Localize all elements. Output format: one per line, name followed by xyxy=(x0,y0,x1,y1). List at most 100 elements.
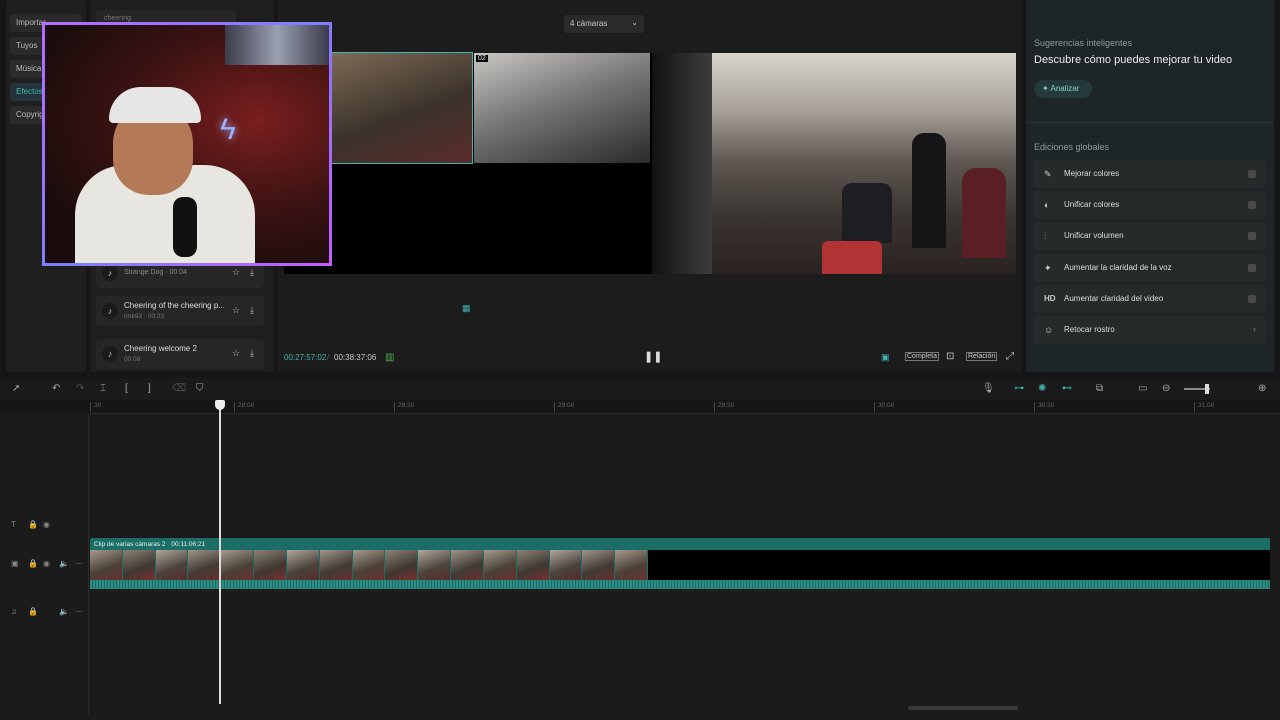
person-shape xyxy=(912,133,946,248)
streamer-webcam-overlay: ϟ xyxy=(42,22,332,266)
playhead-handle[interactable] xyxy=(215,400,225,410)
analyze-button[interactable]: ✦ Analizar xyxy=(1034,80,1092,98)
thumbnail xyxy=(418,550,452,580)
delete-icon[interactable]: ⌫ xyxy=(172,383,186,394)
lock-icon[interactable]: 🔒 xyxy=(28,559,38,568)
speaker-icon[interactable]: 🔈 xyxy=(59,607,69,616)
global-edits-header: Ediciones globales xyxy=(1034,142,1110,152)
thumbnail xyxy=(122,550,156,580)
total-time: 00:38:37:06 xyxy=(334,353,377,362)
pencil-icon: ✎ xyxy=(1044,169,1052,179)
timeline-toolbar: ➚ ↶ ↷ ⌶ [ ] ⌫ ⛉ 🎙 ⊶ ✺ ⊷ ⧉ ▭ ⊖ ⊕ xyxy=(0,378,1280,400)
thumbnail xyxy=(451,550,484,580)
camera-count-label: 4 cámaras xyxy=(570,19,608,28)
thumbnail xyxy=(549,550,583,580)
speaker-icon[interactable]: 🔈 xyxy=(59,559,69,568)
edit-row-unificar-volumen[interactable]: ⫶ Unificar volumen xyxy=(1034,222,1266,250)
clip-thumbnails xyxy=(90,550,649,580)
edit-row-retocar-rostro[interactable]: ☺ Retocar rostro › xyxy=(1034,316,1266,344)
smart-title: Descubre cómo puedes mejorar tu video xyxy=(1034,54,1233,66)
door-frame xyxy=(652,53,712,274)
thumbnail xyxy=(254,550,287,580)
edit-label: Aumentar la claridad de la voz xyxy=(1064,263,1172,272)
track-divider xyxy=(88,414,89,714)
thumbnail xyxy=(352,550,386,580)
more-icon[interactable]: ⋯ xyxy=(75,559,83,568)
toggle[interactable] xyxy=(1248,170,1256,178)
star-icon[interactable]: ☆ xyxy=(232,267,240,278)
multicam-toggle-icon[interactable]: ▣ xyxy=(881,352,890,363)
thumbnail xyxy=(319,550,353,580)
camera-count-select[interactable]: 4 cámaras ⌄ xyxy=(564,15,644,33)
pause-icon[interactable]: ❚❚ xyxy=(644,350,662,363)
red-chair xyxy=(822,241,882,274)
marker-icon[interactable]: ⛉ xyxy=(196,383,204,394)
lock-icon[interactable]: 🔒 xyxy=(28,520,38,529)
edit-row-claridad-voz[interactable]: ✦ Aumentar la claridad de la voz xyxy=(1034,254,1266,282)
edit-label: Retocar rostro xyxy=(1064,325,1115,334)
divider xyxy=(1026,122,1274,123)
aspect-ratio-button[interactable]: Relación xyxy=(966,352,998,361)
trim-right-icon[interactable]: ] xyxy=(148,383,151,394)
edit-row-claridad-video[interactable]: HD Aumentar claridad del video xyxy=(1034,285,1266,313)
smart-suggestions-panel: Sugerencias inteligentes Descubre cómo p… xyxy=(1026,0,1274,372)
download-icon[interactable]: ⤓ xyxy=(250,348,254,359)
layout-icon[interactable]: ▦ xyxy=(462,303,471,314)
audio-meter-icon: ▥ xyxy=(385,352,395,363)
snap-icon[interactable]: ⊶ xyxy=(1014,383,1024,394)
eye-icon[interactable]: ◉ xyxy=(43,559,50,568)
smart-header: Sugerencias inteligentes xyxy=(1034,38,1133,48)
sound-item[interactable]: ♪ Cheering welcome 2 00:08 ☆ ⤓ xyxy=(96,339,264,369)
fullscreen-icon[interactable]: ⤢ xyxy=(1006,351,1014,362)
split-icon[interactable]: ⌶ xyxy=(100,383,106,394)
chevron-down-icon: ⌄ xyxy=(631,18,638,27)
clip-duration: 00:11:06:21 xyxy=(171,541,206,548)
thumbnail xyxy=(385,550,419,580)
zoom-out-icon[interactable]: ⊖ xyxy=(1162,383,1170,394)
undo-icon[interactable]: ↶ xyxy=(52,383,60,394)
compare-icon[interactable]: ⧉ xyxy=(1096,383,1103,394)
toggle[interactable] xyxy=(1248,295,1256,303)
trim-left-icon[interactable]: [ xyxy=(125,383,128,394)
download-icon[interactable]: ⤓ xyxy=(250,267,254,278)
link-icon[interactable]: ⊷ xyxy=(1062,383,1072,394)
thumbnail xyxy=(516,550,550,580)
edit-row-mejorar-colores[interactable]: ✎ Mejorar colores xyxy=(1034,160,1266,188)
music-note-icon: ♪ xyxy=(102,303,118,319)
playhead[interactable] xyxy=(219,400,221,704)
display-icon[interactable]: ▭ xyxy=(1138,383,1147,394)
zoom-slider-handle[interactable] xyxy=(1205,384,1209,394)
download-icon[interactable]: ⤓ xyxy=(250,305,254,316)
star-icon[interactable]: ☆ xyxy=(232,348,240,359)
toggle[interactable] xyxy=(1248,264,1256,272)
multicam-clip[interactable]: Clip de varias cámaras 2 00:11:06:21 xyxy=(90,538,1270,589)
lock-icon[interactable]: 🔒 xyxy=(28,607,38,616)
chevron-right-icon: › xyxy=(1253,324,1256,334)
redo-icon[interactable]: ↷ xyxy=(76,383,84,394)
ai-icon[interactable]: ✺ xyxy=(1038,383,1046,394)
grid-layout-icon[interactable] xyxy=(286,301,298,313)
full-quality-button[interactable]: Completa xyxy=(905,352,939,361)
camera-view-2[interactable]: 02 xyxy=(474,53,650,163)
toggle[interactable] xyxy=(1248,232,1256,240)
video-track-icon: ▣ xyxy=(11,559,19,568)
timeline-ruler[interactable]: 30 28:00 28:30 29:00 29:30 30:00 30:30 3… xyxy=(90,400,1280,414)
eye-icon[interactable]: ◉ xyxy=(43,520,50,529)
edit-row-unificar-colores[interactable]: ◐ Unificar colores xyxy=(1034,191,1266,219)
select-tool-icon[interactable]: ➚ xyxy=(12,383,20,394)
person-shape xyxy=(842,183,892,243)
sound-meta: rmk93 · 00:23 xyxy=(124,313,165,320)
camera-view-1[interactable] xyxy=(331,52,473,164)
current-time: 00:27:57:02 xyxy=(284,353,327,362)
sound-item[interactable]: ♪ Cheering of the cheering p... rmk93 · … xyxy=(96,296,264,326)
more-icon[interactable]: ⋯ xyxy=(75,607,83,616)
star-icon[interactable]: ☆ xyxy=(232,305,240,316)
snapshot-icon[interactable]: ⊡ xyxy=(946,351,954,362)
horizontal-scrollbar[interactable] xyxy=(908,706,1018,710)
zoom-in-icon[interactable]: ⊕ xyxy=(1258,383,1266,394)
toggle[interactable] xyxy=(1248,201,1256,209)
preview-player: 4 cámaras ⌄ 02 ▦ 00:27:57:02 / 00:38:37:… xyxy=(278,0,1022,372)
analyze-label: Analizar xyxy=(1050,84,1080,93)
edit-label: Unificar colores xyxy=(1064,200,1120,209)
microphone-icon[interactable]: 🎙 xyxy=(982,383,995,394)
